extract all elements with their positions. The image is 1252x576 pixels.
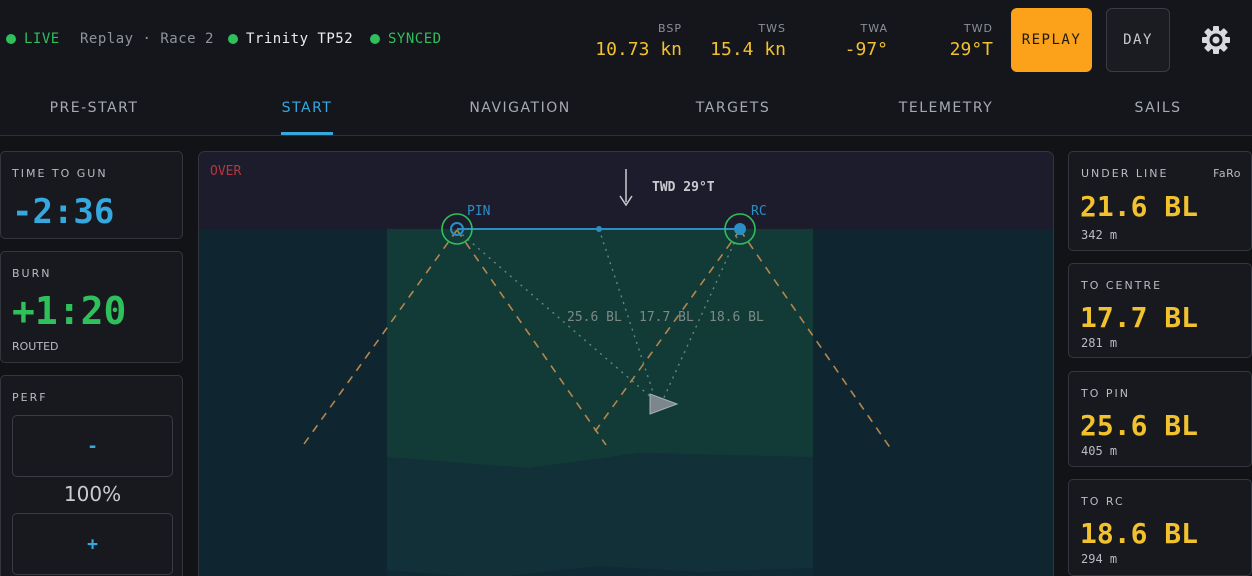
metric-tws: TWS 15.4 kn (686, 22, 786, 60)
metric-label: TWA (860, 22, 888, 35)
metric-bsp: BSP 10.73 kn (582, 22, 682, 60)
tab-navigation[interactable]: NAVIGATION (426, 80, 614, 135)
time-to-gun-label: TIME TO GUN (12, 167, 108, 180)
live-status: LIVE (6, 31, 60, 47)
metric-twd: TWD 29°T (893, 22, 993, 60)
sync-status: SYNCED (370, 31, 442, 47)
metric-value: -97° (844, 39, 888, 60)
perf-increase-button[interactable]: + (12, 513, 173, 575)
main-tabs: PRE-START START NAVIGATION TARGETS TELEM… (0, 80, 1252, 136)
under-line-card: UNDER LINE FaRo 21.6 BL 342 m (1068, 151, 1252, 251)
metric-value: 29°T (949, 39, 993, 60)
over-label: OVER (210, 164, 241, 179)
to-centre-label: TO CENTRE (1081, 279, 1163, 292)
metric-label: TWD (963, 22, 993, 35)
gear-icon[interactable] (1200, 24, 1232, 56)
time-to-gun-value: -2:36 (12, 192, 115, 232)
tab-start[interactable]: START (213, 80, 401, 135)
replay-button[interactable]: REPLAY (1011, 8, 1092, 72)
metric-label: BSP (658, 22, 682, 35)
tab-telemetry[interactable]: TELEMETRY (852, 80, 1040, 135)
deep-water (387, 453, 813, 576)
to-centre-value: 17.7 BL (1080, 301, 1199, 334)
under-line-label: UNDER LINE (1081, 167, 1169, 180)
time-to-gun-card: TIME TO GUN -2:36 (0, 151, 183, 239)
metric-label: TWS (758, 22, 786, 35)
to-pin-sub: 405 m (1081, 444, 1118, 458)
metric-value: 15.4 kn (710, 39, 786, 60)
burn-value: +1:20 (12, 289, 127, 333)
rc-label: RC (751, 204, 767, 219)
to-rc-value: 18.6 BL (1080, 517, 1199, 550)
metric-twa: TWA -97° (788, 22, 888, 60)
to-pin-card: TO PIN 25.6 BL 405 m (1068, 371, 1252, 467)
source-label: Replay · Race 2 (80, 31, 214, 47)
perf-label: PERF (12, 391, 48, 404)
to-centre-card: TO CENTRE 17.7 BL 281 m (1068, 263, 1252, 358)
wind-label: TWD 29°T (652, 180, 715, 195)
live-label: LIVE (24, 31, 60, 47)
tab-pre-start[interactable]: PRE-START (0, 80, 188, 135)
perf-decrease-button[interactable]: - (12, 415, 173, 477)
under-line-sub: 342 m (1081, 228, 1118, 242)
pin-label: PIN (467, 204, 490, 219)
tab-targets[interactable]: TARGETS (639, 80, 827, 135)
perf-card: PERF - 100% + (0, 375, 183, 576)
start-map-canvas: OVER TWD 29°T PIN RC 25.6 BL 17.7 BL 18.… (199, 152, 1053, 576)
to-pin-value: 25.6 BL (1080, 409, 1199, 442)
burn-label: BURN (12, 267, 52, 280)
to-centre-sub: 281 m (1081, 336, 1118, 350)
distance-to-pin-label: 25.6 BL (567, 310, 622, 325)
day-mode-button[interactable]: DAY (1106, 8, 1170, 72)
boat-name: Trinity TP52 (246, 31, 354, 47)
boat-status: Trinity TP52 (228, 31, 353, 47)
distance-to-rc-label: 18.6 BL (709, 310, 764, 325)
to-rc-sub: 294 m (1081, 552, 1118, 566)
live-dot-icon (6, 34, 16, 44)
rc-mark-icon (734, 223, 746, 235)
sync-dot-icon (370, 34, 380, 44)
metric-value: 10.73 kn (595, 39, 682, 60)
boat-dot-icon (228, 34, 238, 44)
top-status-bar: LIVE Replay · Race 2 Trinity TP52 SYNCED… (0, 0, 1252, 80)
burn-card: BURN +1:20 ROUTED (0, 251, 183, 363)
under-line-value: 21.6 BL (1080, 190, 1199, 223)
to-pin-label: TO PIN (1081, 387, 1130, 400)
to-rc-label: TO RC (1081, 495, 1125, 508)
tab-sails[interactable]: SAILS (1064, 80, 1252, 135)
to-rc-card: TO RC 18.6 BL 294 m (1068, 479, 1252, 576)
line-centre-marker (596, 226, 602, 232)
burn-sub-label: ROUTED (12, 340, 59, 353)
source-label-wrap: Replay · Race 2 (80, 31, 214, 47)
start-line-map[interactable]: OVER TWD 29°T PIN RC 25.6 BL 17.7 BL 18.… (198, 151, 1054, 576)
under-line-tag: FaRo (1213, 167, 1241, 180)
sync-label: SYNCED (388, 31, 442, 47)
perf-value: 100% (63, 482, 122, 506)
distance-to-centre-label: 17.7 BL (639, 310, 694, 325)
